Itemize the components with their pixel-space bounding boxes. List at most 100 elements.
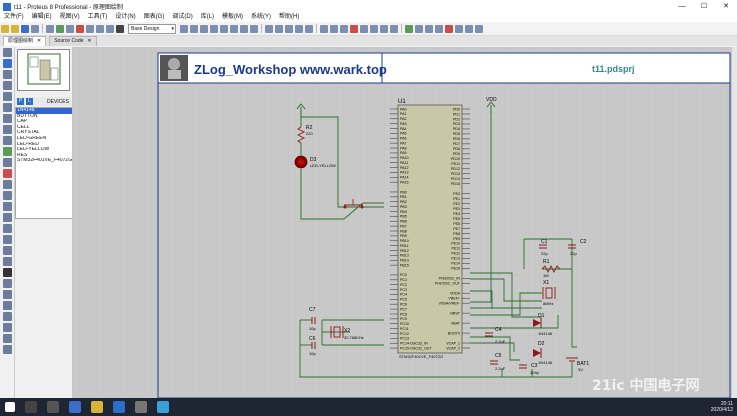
block-rotate-icon[interactable] [340,24,348,33]
schematic-icon[interactable] [56,24,64,33]
library-manager-button[interactable]: L [26,98,33,105]
menu-template[interactable]: 模板(M) [218,13,247,22]
schematic-editor[interactable]: ZLog_Workshop www.wark.top t11.pdsprj VD… [72,47,732,398]
edge-browser-icon[interactable] [69,401,81,413]
generator-icon[interactable] [2,169,12,178]
menu-debug[interactable]: 调试(D) [168,13,196,22]
rotate-cw-icon[interactable] [2,301,12,310]
component-mode-icon[interactable] [2,59,12,68]
menu-design[interactable]: 设计(N) [111,13,139,22]
close-icon[interactable]: ✕ [715,0,737,13]
device-pins-icon[interactable] [2,136,12,145]
close-tab-icon[interactable]: ✕ [87,37,91,46]
menu-edit[interactable]: 编辑(E) [28,13,56,22]
overview-window[interactable] [17,49,70,91]
menu-system[interactable]: 系统(Y) [247,13,275,22]
marker-icon[interactable] [2,290,12,299]
minimize-icon[interactable]: — [671,0,693,13]
virtual-instruments-icon[interactable] [2,202,12,211]
mirror-x-icon[interactable] [2,334,12,343]
zoom-all-icon[interactable] [240,24,248,33]
redo-icon[interactable] [275,24,283,33]
new-sheet-icon[interactable] [435,24,443,33]
arc-icon[interactable] [2,246,12,255]
junction-dot-icon[interactable] [2,70,12,79]
voltage-probe-icon[interactable] [2,180,12,189]
property-tool-icon[interactable] [425,24,433,33]
grid-icon[interactable] [190,24,198,33]
path-icon[interactable] [2,257,12,266]
menu-library[interactable]: 库(L) [197,13,218,22]
menu-view[interactable]: 视图(V) [56,13,84,22]
task-view-icon[interactable] [47,401,59,413]
current-probe-icon[interactable] [2,191,12,200]
gerber-icon[interactable] [86,24,94,33]
pick-device-icon[interactable] [360,24,368,33]
help-icon[interactable] [116,24,124,33]
remove-sheet-icon[interactable] [445,24,453,33]
bill-of-materials-icon[interactable] [465,24,473,33]
make-device-icon[interactable] [370,24,378,33]
home-icon[interactable] [46,24,54,33]
text-icon[interactable] [2,268,12,277]
pick-devices-button[interactable]: P [17,98,24,105]
vertical-scrollbar[interactable] [732,47,737,398]
undo-icon[interactable] [265,24,273,33]
selection-mode-icon[interactable] [2,48,12,57]
search-icon[interactable] [415,24,423,33]
terminals-icon[interactable] [2,125,12,134]
menu-graph[interactable]: 图表(G) [140,13,169,22]
wire-autorouter-icon[interactable] [405,24,413,33]
new-file-icon[interactable] [1,24,9,33]
copy-icon[interactable] [295,24,303,33]
subcircuit-icon[interactable] [2,114,12,123]
line-icon[interactable] [2,213,12,222]
menu-tools[interactable]: 工具(T) [84,13,112,22]
save-icon[interactable] [21,24,29,33]
exit-to-parent-icon[interactable] [455,24,463,33]
schematic-canvas[interactable]: ZLog_Workshop www.wark.top t11.pdsprj VD… [72,47,732,398]
design-select[interactable]: Base Design [128,23,176,34]
electrical-rule-check-icon[interactable] [475,24,483,33]
paste-icon[interactable] [305,24,313,33]
tape-recorder-icon[interactable] [2,158,12,167]
block-move-icon[interactable] [330,24,338,33]
decompose-icon[interactable] [390,24,398,33]
circle-icon[interactable] [2,235,12,244]
graph-icon[interactable] [2,147,12,156]
proteus-taskbar-icon[interactable] [135,401,147,413]
menu-file[interactable]: 文件(F) [0,13,28,22]
zoom-area-icon[interactable] [250,24,258,33]
zoom-out-icon[interactable] [230,24,238,33]
block-copy-icon[interactable] [320,24,328,33]
rotate-angle-icon[interactable] [2,323,12,332]
3d-view-icon[interactable] [76,24,84,33]
device-item-stm32[interactable]: STM32F401VE_F407ZG [16,158,72,164]
packaging-icon[interactable] [380,24,388,33]
text-script-icon[interactable] [2,92,12,101]
menu-help[interactable]: 帮助(H) [275,13,303,22]
maximize-icon[interactable]: ☐ [693,0,715,13]
wire-label-icon[interactable] [2,81,12,90]
browser-taskbar-icon[interactable] [157,401,169,413]
tab-schematic[interactable]: 原理图绘制 ✕ [3,36,47,46]
taskbar-app-icon[interactable] [113,401,125,413]
system-tray[interactable]: 20:11 2020/4/12 [711,398,733,416]
origin-icon[interactable] [200,24,208,33]
close-project-icon[interactable] [31,24,39,33]
search-icon[interactable] [25,401,37,413]
pcb-icon[interactable] [66,24,74,33]
box-icon[interactable] [2,224,12,233]
rotate-ccw-icon[interactable] [2,312,12,321]
pan-icon[interactable] [210,24,218,33]
refresh-icon[interactable] [180,24,188,33]
open-folder-icon[interactable] [11,24,19,33]
symbol-icon[interactable] [2,279,12,288]
bom-icon[interactable] [96,24,104,33]
mcu-u1[interactable]: U1 STM32F401VE_F407ZG PA0PA1PA2PA3PA4PA5… [390,99,470,359]
tab-source-code[interactable]: Source Code ✕ [49,36,97,46]
windows-start-icon[interactable] [5,402,15,412]
mirror-y-icon[interactable] [2,345,12,354]
buses-icon[interactable] [2,103,12,112]
close-tab-icon[interactable]: ✕ [37,37,41,46]
